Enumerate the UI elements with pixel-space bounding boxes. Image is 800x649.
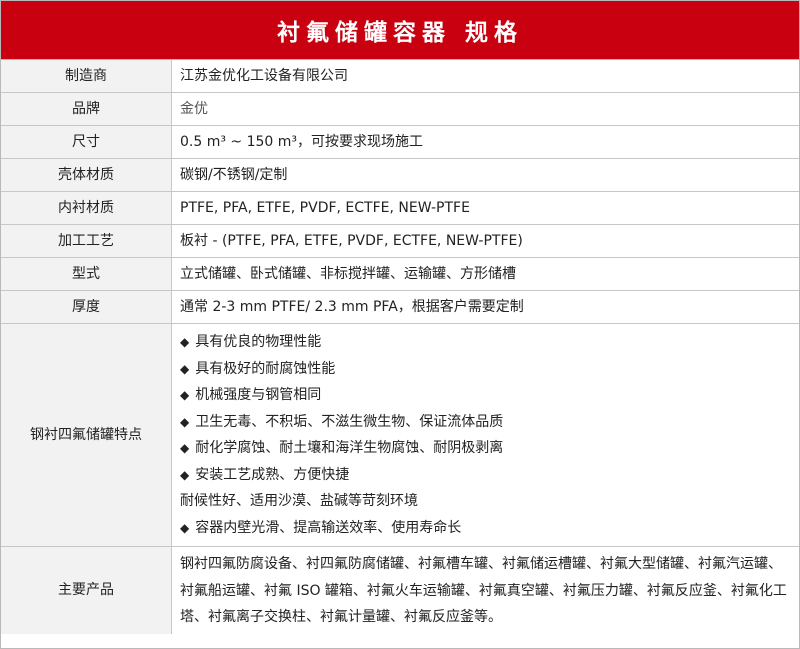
- feature-item: ◆ 耐化学腐蚀、耐土壤和海洋生物腐蚀、耐阴极剥离: [180, 440, 504, 456]
- diamond-bullet-icon: ◆: [180, 414, 190, 429]
- spec-row-features: 钢衬四氟储罐特点 ◆ 具有优良的物理性能 ◆ 具有极好的耐腐蚀性能 ◆ 机械强度与钢管…: [1, 323, 799, 547]
- diamond-bullet-icon: ◆: [180, 467, 190, 482]
- feature-item: ◆ 容器内壁光滑、提高输送效率、使用寿命长: [180, 519, 462, 536]
- spec-row-brand: 品牌 金优: [1, 92, 799, 126]
- feature-list: ◆ 具有优良的物理性能 ◆ 具有极好的耐腐蚀性能 ◆ 机械强度与钢管相同 ◆ 卫生无毒、…: [171, 323, 799, 547]
- spec-row-type: 型式 立式储罐、卧式储罐、非标搅拌罐、运输罐、方形储槽: [1, 257, 799, 291]
- spec-value: PTFE, PFA, ETFE, PVDF, ECTFE, NEW-PTFE: [171, 191, 799, 225]
- page-title: 衬氟储罐容器 规格: [276, 19, 523, 46]
- feature-item: ◆ 具有优良的物理性能: [180, 334, 322, 350]
- title-bar: 衬氟储罐容器 规格: [1, 1, 799, 60]
- feature-item: ◆ 卫生无毒、不积垢、不滋生微生物、保证流体品质: [180, 413, 504, 430]
- spec-row-shell-material: 壳体材质 碳钢/不锈钢/定制: [1, 158, 799, 192]
- diamond-bullet-icon: ◆: [180, 388, 190, 402]
- spec-label: 制造商: [1, 60, 172, 93]
- spec-label: 尺寸: [1, 125, 172, 159]
- spec-label: 钢衬四氟储罐特点: [1, 323, 172, 547]
- diamond-bullet-icon: ◆: [180, 520, 190, 535]
- spec-row-thickness: 厚度 通常 2-3 mm PTFE/ 2.3 mm PFA，根据客户需要定制: [1, 290, 799, 324]
- spec-sheet: 衬氟储罐容器 规格 制造商 江苏金优化工设备有限公司 品牌 金优 尺寸 0.5 …: [0, 0, 800, 649]
- spec-row-lining-material: 内衬材质 PTFE, PFA, ETFE, PVDF, ECTFE, NEW-P…: [1, 191, 799, 225]
- spec-value: 立式储罐、卧式储罐、非标搅拌罐、运输罐、方形储槽: [171, 257, 799, 291]
- diamond-bullet-icon: ◆: [180, 441, 190, 455]
- feature-item: ◆ 具有极好的耐腐蚀性能: [180, 360, 336, 377]
- spec-label: 型式: [1, 257, 172, 291]
- feature-item: ◆ 安装工艺成熟、方便快捷: [180, 466, 350, 483]
- spec-value: 板衬 - (PTFE, PFA, ETFE, PVDF, ECTFE, NEW-…: [171, 224, 799, 258]
- spec-table: 制造商 江苏金优化工设备有限公司 品牌 金优 尺寸 0.5 m³ ~ 150 m…: [1, 60, 799, 634]
- spec-row-manufacturer: 制造商 江苏金优化工设备有限公司: [1, 60, 799, 93]
- spec-label: 厚度: [1, 290, 172, 324]
- spec-row-process: 加工工艺 板衬 - (PTFE, PFA, ETFE, PVDF, ECTFE,…: [1, 224, 799, 258]
- spec-value: 江苏金优化工设备有限公司: [171, 60, 799, 93]
- spec-label: 壳体材质: [1, 158, 172, 192]
- feature-item: 耐候性好、适用沙漠、盐碱等苛刻环境: [180, 493, 418, 509]
- spec-value: 通常 2-3 mm PTFE/ 2.3 mm PFA，根据客户需要定制: [171, 290, 799, 324]
- spec-value: 0.5 m³ ~ 150 m³，可按要求现场施工: [171, 125, 799, 159]
- spec-label: 品牌: [1, 92, 172, 126]
- spec-row-size: 尺寸 0.5 m³ ~ 150 m³，可按要求现场施工: [1, 125, 799, 159]
- spec-value: 金优: [171, 92, 799, 126]
- spec-value: 碳钢/不锈钢/定制: [171, 158, 799, 192]
- spec-label: 内衬材质: [1, 191, 172, 225]
- spec-row-products: 主要产品 钢衬四氟防腐设备、衬四氟防腐储罐、衬氟槽车罐、衬氟储运槽罐、衬氟大型储…: [1, 546, 799, 634]
- spec-label: 主要产品: [1, 546, 172, 634]
- diamond-bullet-icon: ◆: [180, 361, 190, 376]
- spec-label: 加工工艺: [1, 224, 172, 258]
- feature-item: ◆ 机械强度与钢管相同: [180, 387, 322, 403]
- diamond-bullet-icon: ◆: [180, 335, 190, 349]
- products-text: 钢衬四氟防腐设备、衬四氟防腐储罐、衬氟槽车罐、衬氟储运槽罐、衬氟大型储罐、衬氟汽…: [171, 546, 799, 634]
